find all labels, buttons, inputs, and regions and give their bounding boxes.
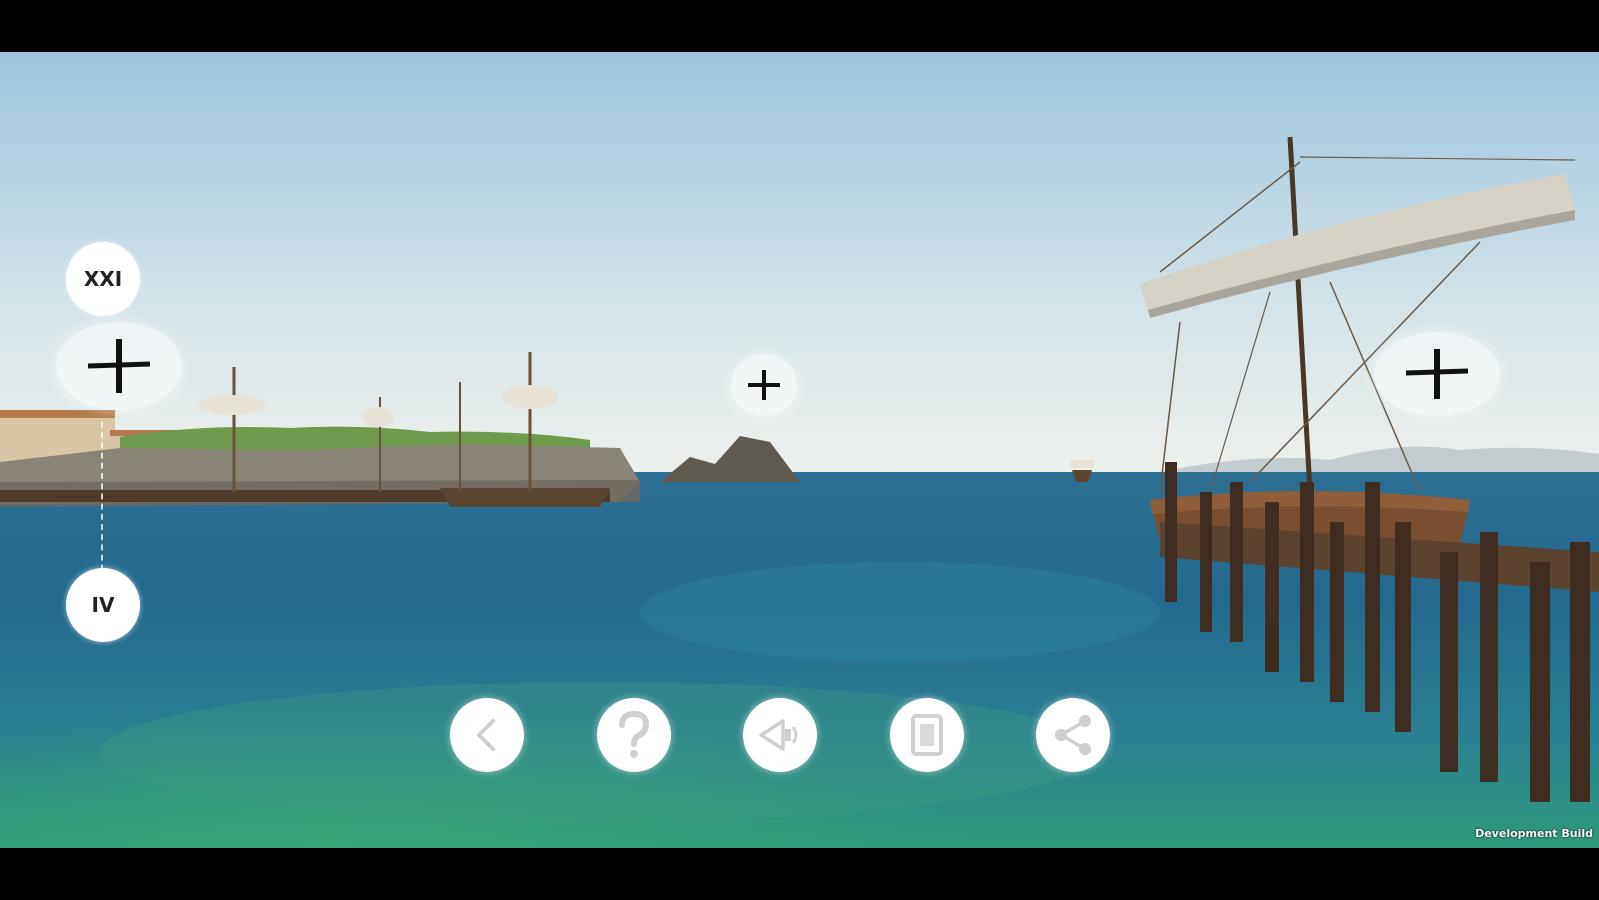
chevron-left-icon [477,719,495,751]
era-button-iv[interactable]: IV [66,568,140,642]
hotspot-center[interactable] [731,354,797,416]
plus-icon [1405,349,1469,399]
hotspot-left[interactable] [56,322,182,410]
share-icon [1055,715,1091,755]
audio-button[interactable] [743,698,817,772]
era-button-xxi[interactable]: XXI [66,242,140,316]
plus-icon [87,339,151,393]
era-label-top: XXI [83,267,123,291]
speaker-icon [759,719,798,751]
info-button[interactable] [890,698,964,772]
hotspot-right[interactable] [1374,332,1500,416]
build-watermark: Development Build [1475,827,1593,840]
back-button[interactable] [450,698,524,772]
panorama-viewport[interactable]: XXI IV Development Build [0,52,1599,848]
question-mark-icon [619,711,650,758]
help-button[interactable] [597,698,671,772]
share-button[interactable] [1036,698,1110,772]
document-icon [911,714,943,756]
era-label-bottom: IV [91,593,115,617]
plus-icon [748,370,780,400]
